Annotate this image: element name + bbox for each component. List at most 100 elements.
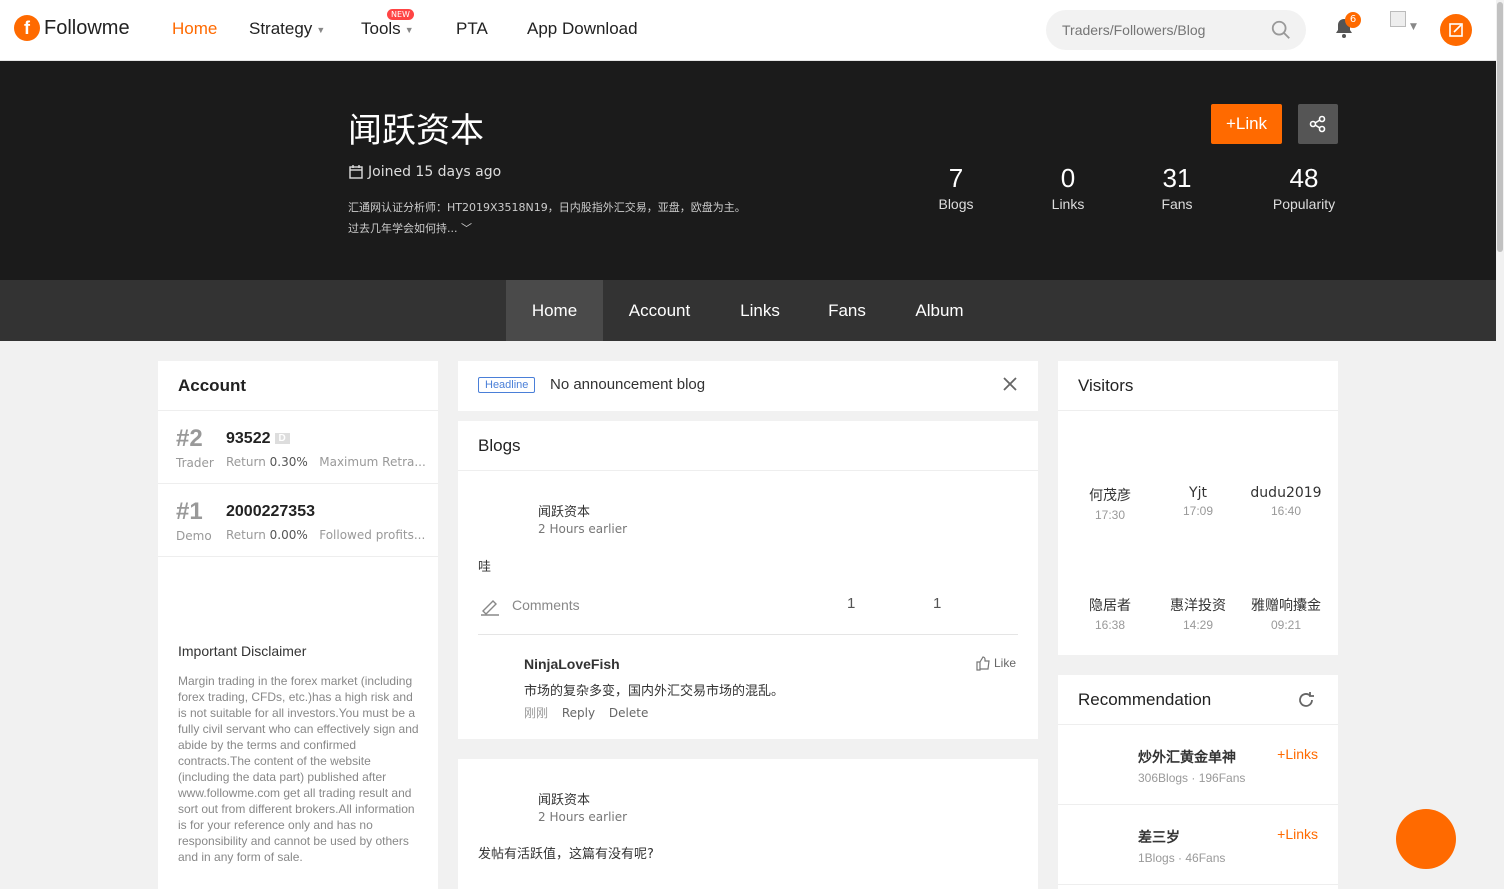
tab-fans[interactable]: Fans <box>812 280 882 341</box>
recommendation-card: Recommendation 炒外汇黄金单神 306Blogs · 196Fan… <box>1058 675 1338 889</box>
visitor-name: dudu2019 <box>1250 485 1322 501</box>
visitor-item[interactable]: 雅赠响攮金 09:21 <box>1242 595 1330 632</box>
search-input[interactable] <box>1046 10 1246 50</box>
disclaimer-title: Important Disclaimer <box>178 643 307 659</box>
account-type: Demo <box>176 529 212 543</box>
recommendation-item[interactable]: 炒外汇黄金单神 306Blogs · 196Fans +Links <box>1058 725 1338 805</box>
chevron-down-icon[interactable]: ▼ <box>1410 22 1417 32</box>
post-count[interactable]: 1 <box>847 595 855 612</box>
scrollbar-thumb[interactable] <box>1497 2 1503 252</box>
post-body[interactable]: 发帖有活跃值，这篇有没有呢? <box>478 843 654 862</box>
link-button[interactable]: +Link <box>1211 104 1282 144</box>
visitor-item[interactable]: 惠洋投资 14:29 <box>1154 595 1242 632</box>
post-author[interactable]: 闻跃资本 <box>538 789 590 808</box>
visitor-time: 14:29 <box>1182 618 1214 632</box>
account-extra: Maximum Retra... <box>319 455 426 469</box>
nav-tools[interactable]: Tools ▼ NEW <box>361 9 414 39</box>
stat-fans[interactable]: 31 Fans <box>1127 163 1227 212</box>
user-avatar[interactable] <box>1390 11 1406 27</box>
account-item[interactable]: #1 Demo 2000227353 Return 0.00% Followed… <box>158 484 438 557</box>
headline-text: No announcement blog <box>550 376 706 393</box>
close-icon[interactable] <box>1002 376 1018 392</box>
intro-line: 过去几年学会如何持... <box>348 222 458 235</box>
notification-badge: 6 <box>1345 12 1361 28</box>
stat-label: Fans <box>1161 196 1193 212</box>
post-author[interactable]: 闻跃资本 <box>538 501 590 520</box>
add-link-button[interactable]: +Links <box>1277 746 1318 762</box>
stat-blogs[interactable]: 7 Blogs <box>906 163 1006 212</box>
chevron-down-icon: ▼ <box>316 24 326 35</box>
nav-pta[interactable]: PTA <box>456 19 488 39</box>
tab-album[interactable]: Album <box>897 280 982 341</box>
tab-account[interactable]: Account <box>612 280 707 341</box>
rec-meta: 1Blogs · 46Fans <box>1138 851 1226 865</box>
share-button[interactable] <box>1298 104 1338 144</box>
tab-links[interactable]: Links <box>722 280 798 341</box>
account-item[interactable]: #2 Trader 93522 D Return 0.30% Maximum Re… <box>158 411 438 484</box>
visitor-name: 隐居者 <box>1089 598 1131 614</box>
chevron-down-icon[interactable]: ﹀ <box>461 222 472 235</box>
stat-value: 31 <box>1162 163 1192 193</box>
rec-name[interactable]: 炒外汇黄金单神 <box>1138 747 1236 767</box>
nav-home[interactable]: Home <box>172 19 217 39</box>
visitor-time: 16:38 <box>1094 618 1126 632</box>
visitor-item[interactable]: 何茂彦 17:30 <box>1066 485 1154 522</box>
account-title: Account <box>158 361 438 411</box>
search-box <box>1046 10 1306 50</box>
nav-strategy-label: Strategy <box>249 19 313 38</box>
visitor-time: 16:40 <box>1270 504 1302 518</box>
visitor-name: 惠洋投资 <box>1170 598 1226 614</box>
refresh-icon[interactable] <box>1296 690 1316 710</box>
comments-label[interactable]: Comments <box>512 597 580 613</box>
nav-tools-label: Tools <box>361 19 401 38</box>
stat-links[interactable]: 0 Links <box>1018 163 1118 212</box>
return-value: 0.30% <box>269 455 308 469</box>
visitor-time: 09:21 <box>1270 618 1302 632</box>
nav-strategy[interactable]: Strategy ▼ <box>249 19 325 39</box>
search-icon[interactable] <box>1270 19 1292 41</box>
visitors-title: Visitors <box>1058 361 1338 411</box>
stat-value: 7 <box>948 163 964 193</box>
stat-label: Blogs <box>938 196 974 212</box>
write-post-button[interactable] <box>1440 14 1472 46</box>
tab-home[interactable]: Home <box>506 280 603 341</box>
stat-popularity[interactable]: 48 Popularity <box>1254 163 1354 212</box>
delete-link[interactable]: Delete <box>609 706 648 720</box>
return-value: 0.00% <box>269 528 308 542</box>
followme-logo[interactable]: f Followme <box>14 15 130 41</box>
account-extra: Followed profits... <box>319 528 426 542</box>
headline-bar: Headline No announcement blog <box>458 361 1038 411</box>
account-number: 2000227353 <box>226 503 315 520</box>
account-rank: #1 <box>176 498 203 525</box>
post-actions: Comments 1 1 <box>478 591 1018 621</box>
new-badge: NEW <box>387 9 414 20</box>
rec-name[interactable]: 差三岁 <box>1138 827 1180 847</box>
visitor-time: 17:09 <box>1182 504 1214 518</box>
comment-user[interactable]: NinjaLoveFish <box>524 656 620 672</box>
visitor-item[interactable]: Yjt 17:09 <box>1154 485 1242 518</box>
recommendation-item[interactable]: 差三岁 1Blogs · 46Fans +Links <box>1058 805 1338 885</box>
reply-link[interactable]: Reply <box>562 706 595 720</box>
profile-intro: 汇通网认证分析师：HT2019X3518N19，日内股指外汇交易，亚盘，欧盘为主… <box>348 197 788 239</box>
return-label: Return <box>226 528 266 542</box>
post-body[interactable]: 哇 <box>478 556 491 575</box>
comment-edit-icon[interactable] <box>480 596 500 616</box>
account-type: Trader <box>176 456 214 470</box>
nav-app-download[interactable]: App Download <box>527 19 638 39</box>
comment-time: 刚刚 <box>524 706 549 720</box>
intro-line-expand[interactable]: 过去几年学会如何持... ﹀ <box>348 218 788 239</box>
like-button[interactable]: Like <box>975 655 1016 671</box>
account-card: Account #2 Trader 93522 D Return 0.30% Ma… <box>158 361 438 889</box>
account-number-text: 93522 <box>226 430 271 447</box>
visitor-item[interactable]: 隐居者 16:38 <box>1066 595 1154 632</box>
top-header: f Followme Home Strategy ▼ Tools ▼ NEW PTA … <box>0 0 1496 61</box>
floating-action-button[interactable] <box>1396 809 1456 869</box>
add-link-button[interactable]: +Links <box>1277 826 1318 842</box>
post-count[interactable]: 1 <box>933 595 941 612</box>
logo-text: Followme <box>44 16 130 39</box>
visitor-item[interactable]: dudu2019 16:40 <box>1242 485 1330 518</box>
divider <box>478 634 1018 635</box>
blogs-card: Blogs 闻跃资本 2 Hours earlier 哇 Comments 1 … <box>458 421 1038 739</box>
account-return: Return 0.30% Maximum Retra... <box>226 455 426 469</box>
visitors-card: Visitors 何茂彦 17:30 Yjt 17:09 dudu2019 16:40… <box>1058 361 1338 655</box>
